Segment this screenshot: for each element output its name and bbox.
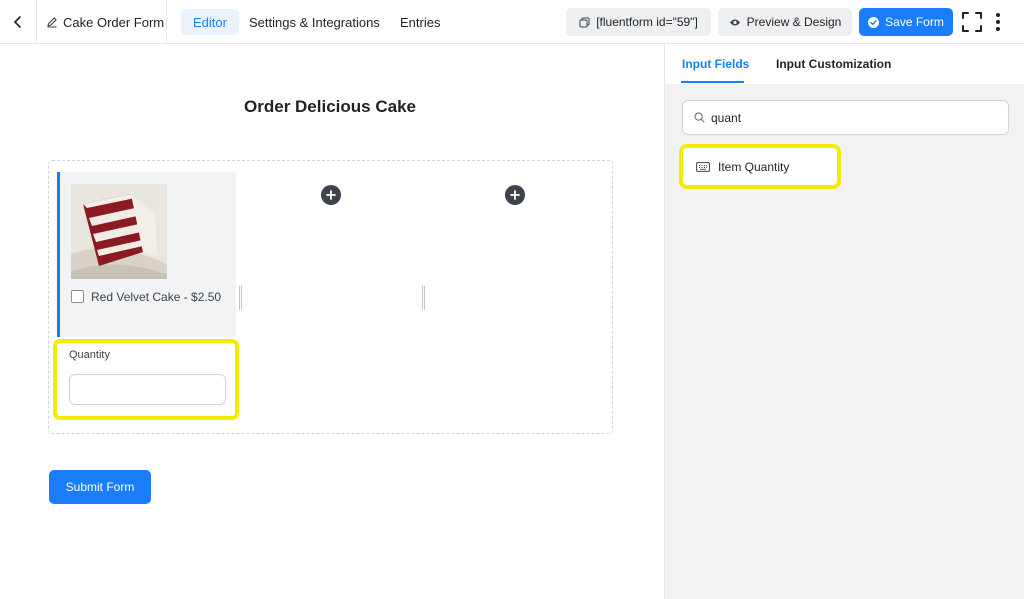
sidebar-tabs: Input Fields Input Customization <box>665 44 1024 84</box>
keyboard-icon <box>696 161 710 172</box>
dot <box>996 20 1000 24</box>
field-search-input[interactable]: quant <box>682 100 1009 135</box>
tab-settings-integrations[interactable]: Settings & Integrations <box>237 9 392 35</box>
shortcode-copy-button[interactable]: [fluentform id="59"] <box>566 8 711 36</box>
save-label: Save Form <box>885 15 944 29</box>
field-item-quantity[interactable]: Item Quantity <box>679 144 841 189</box>
tab-entries[interactable]: Entries <box>388 9 452 35</box>
active-tab-indicator <box>681 81 744 83</box>
more-options-button[interactable] <box>991 11 1005 33</box>
shortcode-text: [fluentform id="59"] <box>596 15 698 29</box>
form-title: Cake Order Form <box>63 14 165 30</box>
dot <box>996 27 1000 31</box>
add-field-button-col3[interactable] <box>505 185 525 205</box>
top-bar: Cake Order Form Editor Settings & Integr… <box>0 0 1024 44</box>
column-resize-handle[interactable] <box>239 286 242 310</box>
plus-icon <box>326 190 336 200</box>
form-title-area[interactable]: Cake Order Form <box>37 0 167 44</box>
pencil-icon <box>47 17 57 28</box>
form-heading[interactable]: Order Delicious Cake <box>0 97 662 117</box>
fullscreen-icon <box>962 12 982 32</box>
search-value: quant <box>711 110 742 125</box>
cake-option-checkbox[interactable] <box>71 290 84 303</box>
column-resize-handle[interactable] <box>422 286 425 310</box>
fields-sidebar: Input Fields Input Customization quant I… <box>664 44 1024 599</box>
back-button[interactable] <box>0 0 37 44</box>
quantity-input[interactable] <box>69 374 226 405</box>
preview-design-button[interactable]: Preview & Design <box>718 8 852 36</box>
cake-image <box>71 184 167 279</box>
tab-input-fields[interactable]: Input Fields <box>682 57 749 71</box>
save-form-button[interactable]: Save Form <box>859 8 953 36</box>
tab-input-customization[interactable]: Input Customization <box>776 57 891 71</box>
cake-option-label: Red Velvet Cake - $2.50 <box>91 290 222 304</box>
search-icon <box>694 112 705 123</box>
field-item-label: Item Quantity <box>718 159 790 174</box>
fullscreen-button[interactable] <box>961 11 983 33</box>
form-editor-canvas: Order Delicious Cake Red Velvet Cake - $… <box>0 44 664 599</box>
dot <box>996 13 1000 17</box>
eye-icon <box>729 19 740 25</box>
quantity-label: Quantity <box>69 349 110 361</box>
chevron-left-icon <box>14 16 21 28</box>
add-field-button-col2[interactable] <box>321 185 341 205</box>
tab-editor[interactable]: Editor <box>181 9 239 35</box>
copy-icon <box>579 17 590 27</box>
submit-form-button[interactable]: Submit Form <box>49 470 151 504</box>
preview-label: Preview & Design <box>746 15 842 29</box>
check-circle-icon <box>868 16 880 28</box>
plus-icon <box>510 190 520 200</box>
